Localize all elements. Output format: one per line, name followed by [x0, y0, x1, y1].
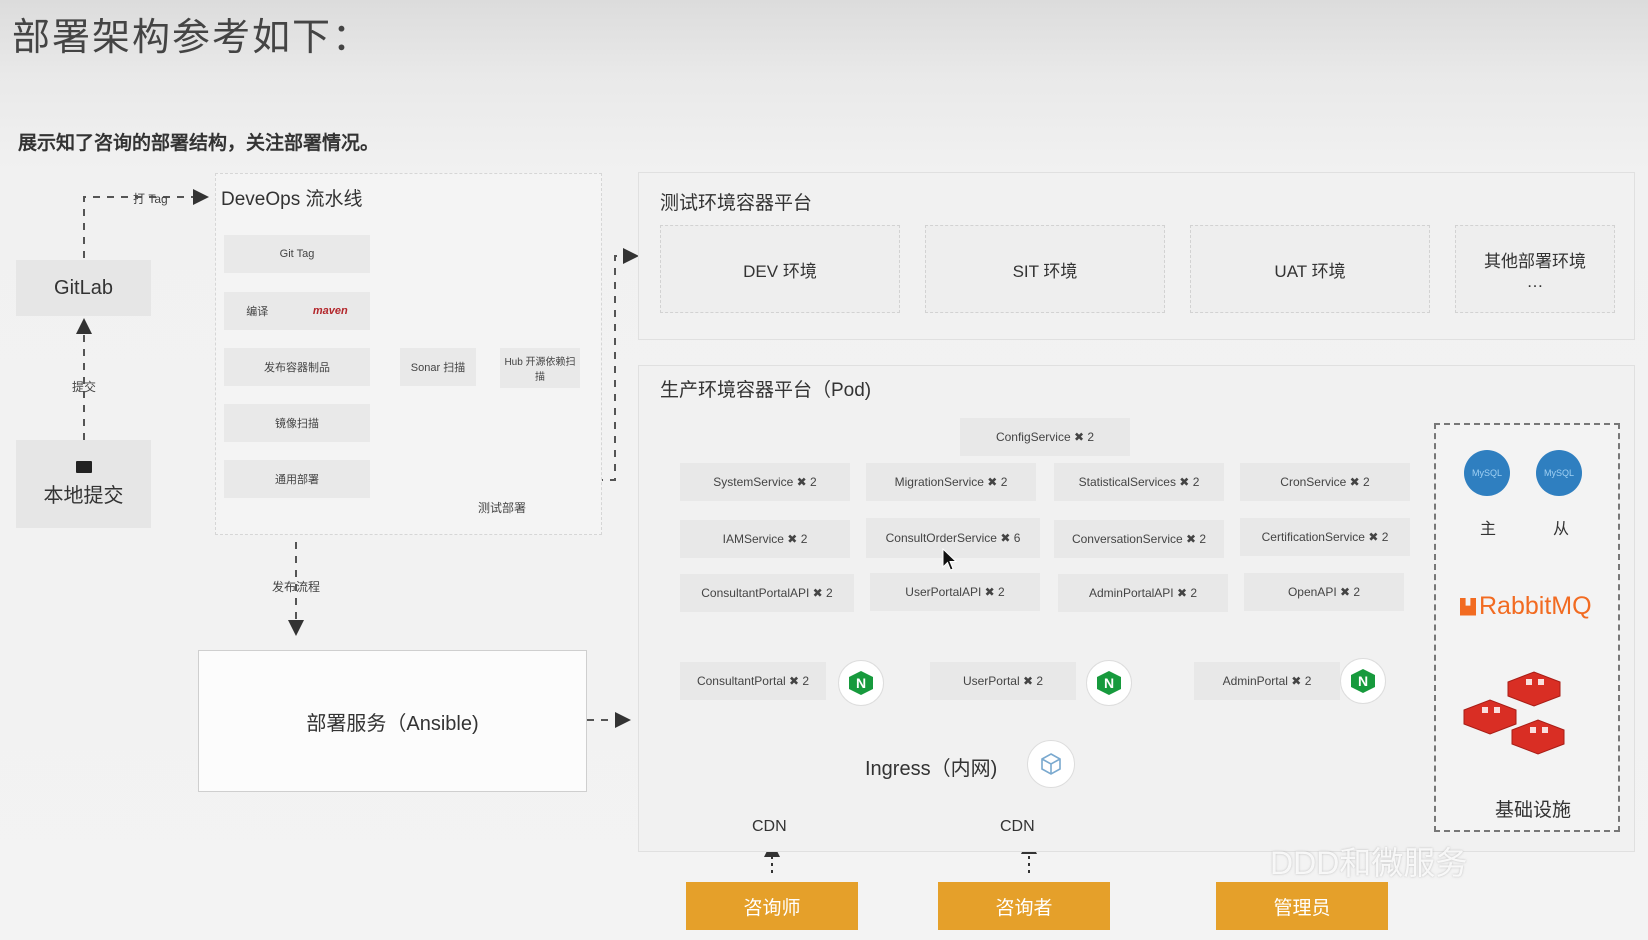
- ingress-label: Ingress（内网): [865, 758, 998, 780]
- cdn-label: CDN: [752, 818, 787, 835]
- env-other-more: …: [1526, 271, 1544, 291]
- rabbitmq-icon: [1460, 597, 1476, 616]
- infrastructure-box: [1434, 423, 1620, 832]
- portal-box: AdminPortal ✖ 2: [1194, 662, 1340, 700]
- portal-box: UserPortal ✖ 2: [930, 662, 1076, 700]
- service-box: MigrationService ✖ 2: [866, 463, 1036, 501]
- local-commit-node: 本地提交: [16, 440, 151, 528]
- portal-box: ConsultantPortal ✖ 2: [680, 662, 826, 700]
- mouse-cursor-icon: [942, 548, 958, 571]
- rabbitmq-logo: RabbitMQ: [1460, 592, 1592, 621]
- nginx-icon: N: [838, 660, 884, 706]
- test-deploy-label: 测试部署: [478, 501, 527, 515]
- service-box: ConsultantPortalAPI ✖ 2: [680, 574, 854, 612]
- service-box: CertificationService ✖ 2: [1240, 518, 1410, 556]
- step-publish: 发布容器制品: [224, 348, 370, 386]
- release-flow-label: 发布流程: [272, 580, 321, 594]
- env-other: 其他部署环境 …: [1455, 225, 1615, 313]
- gitlab-node: GitLab: [16, 260, 151, 316]
- service-box: OpenAPI ✖ 2: [1244, 573, 1404, 611]
- env-sit: SIT 环境: [925, 225, 1165, 313]
- cube-icon: [1027, 740, 1075, 788]
- prod-platform-title: 生产环境容器平台（Pod): [660, 380, 872, 401]
- env-dev: DEV 环境: [660, 225, 900, 313]
- devops-title: DeveOps 流水线: [221, 189, 363, 210]
- role-admin: 管理员: [1216, 882, 1388, 930]
- nginx-icon: N: [1340, 658, 1386, 704]
- service-box: StatisticalServices ✖ 2: [1054, 463, 1224, 501]
- test-platform-title: 测试环境容器平台: [660, 193, 813, 214]
- role-client: 咨询者: [938, 882, 1110, 930]
- mysql-master-icon: MySQL: [1464, 450, 1510, 496]
- step-general-deploy: 通用部署: [224, 460, 370, 498]
- env-other-label: 其他部署环境: [1484, 251, 1586, 271]
- service-box: ConversationService ✖ 2: [1054, 520, 1224, 558]
- step-compile: 编译 maven: [224, 292, 370, 330]
- service-box: IAMService ✖ 2: [680, 520, 850, 558]
- step-sonar: Sonar 扫描: [400, 348, 476, 386]
- infrastructure-label: 基础设施: [1495, 800, 1572, 821]
- computer-icon: [75, 460, 92, 473]
- service-box: SystemService ✖ 2: [680, 463, 850, 501]
- config-service: ConfigService ✖ 2: [960, 418, 1130, 456]
- step-hub: Hub 开源依赖扫描: [500, 348, 580, 388]
- service-box: AdminPortalAPI ✖ 2: [1058, 574, 1228, 612]
- service-box: CronService ✖ 2: [1240, 463, 1410, 501]
- maven-logo: maven: [312, 305, 348, 317]
- mysql-slave-icon: MySQL: [1536, 450, 1582, 496]
- commit-label: 提交: [72, 380, 97, 394]
- redis-icon: [1460, 668, 1580, 768]
- service-box: UserPortalAPI ✖ 2: [870, 573, 1040, 611]
- compile-label: 编译: [246, 306, 269, 318]
- master-label: 主: [1480, 521, 1497, 538]
- nginx-icon: N: [1086, 660, 1132, 706]
- tag-label: 打 Tag: [133, 192, 168, 206]
- slave-label: 从: [1553, 521, 1570, 538]
- deploy-service-box: 部署服务（Ansible): [198, 650, 587, 792]
- step-git-tag: Git Tag: [224, 235, 370, 273]
- role-consultant: 咨询师: [686, 882, 858, 930]
- watermark: DDD和微服务: [1270, 845, 1468, 881]
- cdn-label: CDN: [1000, 818, 1035, 835]
- env-uat: UAT 环境: [1190, 225, 1430, 313]
- local-commit-label: 本地提交: [43, 484, 124, 507]
- step-image-scan: 镜像扫描: [224, 404, 370, 442]
- rabbitmq-label: RabbitMQ: [1479, 592, 1592, 620]
